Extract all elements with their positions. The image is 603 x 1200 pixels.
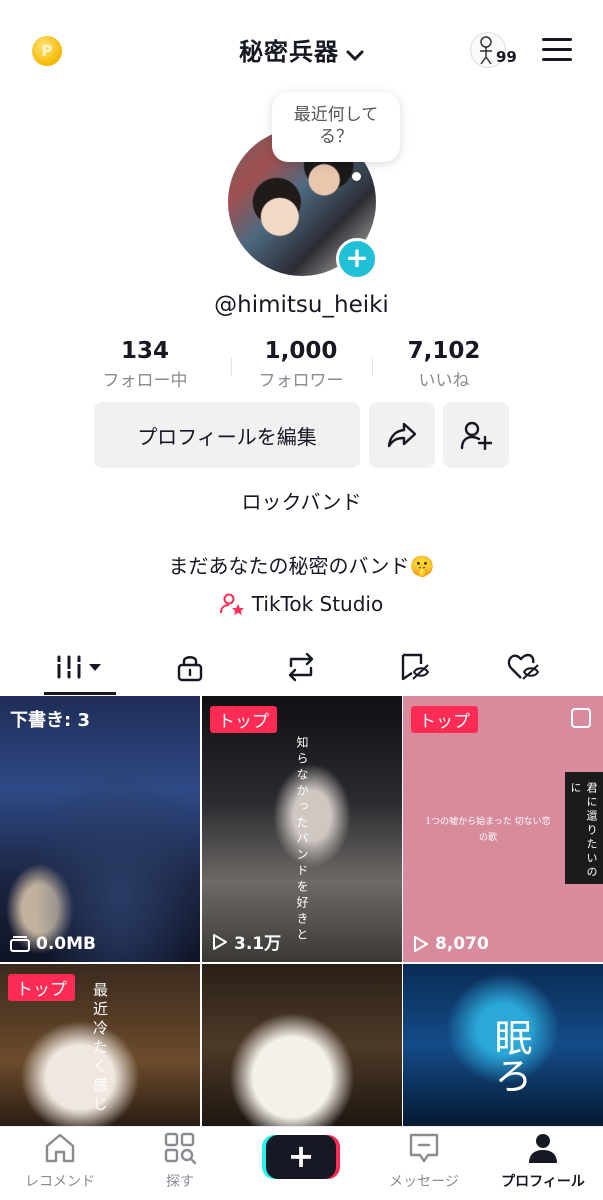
edit-profile-button[interactable]: プロフィールを編集 — [94, 402, 360, 468]
repost-icon — [288, 652, 314, 682]
video-thumbnail[interactable] — [202, 964, 402, 1126]
tab-favorites[interactable] — [354, 640, 474, 694]
bottom-nav: レコメンド 探す + メッセージ プロフィール — [0, 1126, 603, 1200]
video-thumbnail[interactable]: トップ 最近冷たく感じ — [0, 964, 200, 1126]
chevron-down-icon[interactable] — [346, 49, 364, 63]
tab-reposts[interactable] — [241, 640, 361, 694]
thumbnail-overlay-text: 知らなかったバンドを好きと — [295, 736, 309, 944]
stat-likes[interactable]: 7,102 いいね — [374, 338, 514, 391]
discover-icon — [164, 1132, 197, 1165]
stat-label: いいね — [418, 371, 470, 391]
thumbnail-overlay-text: 最近冷たく感じ — [91, 982, 109, 1115]
video-thumbnail[interactable]: 眠ろ — [403, 964, 603, 1126]
inbox-icon — [409, 1133, 439, 1163]
multi-image-icon — [571, 708, 591, 728]
nav-profile[interactable]: プロフィール — [483, 1131, 603, 1191]
tab-private[interactable] — [130, 640, 250, 694]
studio-label: TikTok Studio — [251, 592, 384, 616]
play-icon — [414, 936, 428, 952]
nav-label: プロフィール — [501, 1174, 585, 1190]
lyric-card-text: 君に還りたいのに — [569, 782, 598, 880]
pinned-badge: トップ — [411, 706, 478, 733]
thumbnail-overlay-text: 1つの嘘から始まった 切ない恋の歌 — [425, 817, 551, 843]
top-bar: P 秘密兵器 99 — [0, 0, 603, 100]
nav-label: 探す — [166, 1174, 194, 1190]
divider — [372, 358, 373, 376]
thumbnail-overlay-text-inner: 眠ろ — [488, 1018, 532, 1094]
video-grid: 下書き: 3 0.0MB トップ 知らなかったバンドを好きと 3.1万 トップ … — [0, 696, 603, 1126]
active-tab-indicator — [44, 692, 116, 695]
create-plus-icon[interactable]: + — [266, 1135, 336, 1179]
view-count: 8,070 — [435, 934, 489, 954]
stat-value: 1,000 — [264, 338, 338, 364]
content-tabs — [0, 640, 603, 694]
profile-stats: 134 フォロー中 1,000 フォロワー 7,102 いいね — [0, 338, 603, 398]
video-thumbnail[interactable]: トップ 1つの嘘から始まった 切ない恋の歌 君に還りたいのに 8,070 — [403, 696, 603, 962]
view-count: 3.1万 — [234, 934, 282, 954]
bio-line: ロックバンド — [241, 490, 362, 514]
pinned-badge: トップ — [8, 974, 75, 1001]
creator-star-icon — [219, 593, 244, 615]
video-thumbnail[interactable]: トップ 知らなかったバンドを好きと 3.1万 — [202, 696, 402, 962]
profile-icon — [529, 1134, 557, 1163]
stat-value: 7,102 — [407, 338, 481, 364]
thumbnail-meta: 8,070 — [413, 934, 489, 954]
home-icon — [45, 1133, 75, 1163]
drafts-label: 下書き: 3 — [10, 710, 90, 731]
nav-label: メッセージ — [389, 1174, 459, 1190]
thumbnail-overlay-text: 眠ろ — [483, 1018, 538, 1094]
nav-home[interactable]: レコメンド — [0, 1131, 120, 1191]
notification-count: 99 — [496, 48, 517, 66]
tiktok-studio-link[interactable]: TikTok Studio — [0, 592, 603, 616]
videos-grid-icon — [55, 655, 101, 679]
nav-label: レコメンド — [25, 1174, 95, 1190]
lyric-card: 君に還りたいのに — [565, 772, 603, 884]
stat-value: 134 — [120, 338, 169, 364]
nav-discover[interactable]: 探す — [120, 1131, 240, 1191]
add-user-icon — [460, 421, 492, 450]
stat-followers[interactable]: 1,000 フォロワー — [231, 338, 371, 391]
stat-label: フォロー中 — [102, 371, 188, 391]
tab-videos[interactable] — [20, 640, 140, 694]
hamburger-icon[interactable] — [542, 38, 572, 62]
tab-liked[interactable] — [464, 640, 584, 694]
stat-label: フォロワー — [258, 371, 344, 391]
share-profile-button[interactable] — [369, 402, 435, 468]
account-title[interactable]: 秘密兵器 — [239, 38, 339, 66]
bio-line: まだあなたの秘密のバンド🤫 — [168, 554, 435, 578]
status-bubble[interactable]: 最近何してる？ — [272, 92, 400, 162]
size-label: 0.0MB — [36, 934, 96, 954]
username: @himitsu_heiki — [214, 292, 389, 318]
pinned-badge: トップ — [210, 706, 277, 733]
liked-icon — [507, 653, 540, 680]
stat-following[interactable]: 134 フォロー中 — [75, 338, 215, 391]
bubble-tail — [352, 172, 361, 181]
thumbnail-meta: 3.1万 — [212, 929, 281, 954]
nav-inbox[interactable]: メッセージ — [364, 1131, 484, 1191]
lock-icon — [177, 656, 203, 682]
thumbnail-meta: 0.0MB — [10, 934, 96, 954]
share-arrow-icon — [387, 422, 417, 448]
saved-icon — [401, 653, 430, 681]
add-friend-button[interactable] — [443, 402, 509, 468]
add-story-plus-icon[interactable]: + — [336, 238, 378, 280]
video-thumbnail[interactable]: 下書き: 3 0.0MB — [0, 696, 200, 962]
folder-icon — [10, 936, 30, 952]
play-icon — [213, 933, 227, 950]
